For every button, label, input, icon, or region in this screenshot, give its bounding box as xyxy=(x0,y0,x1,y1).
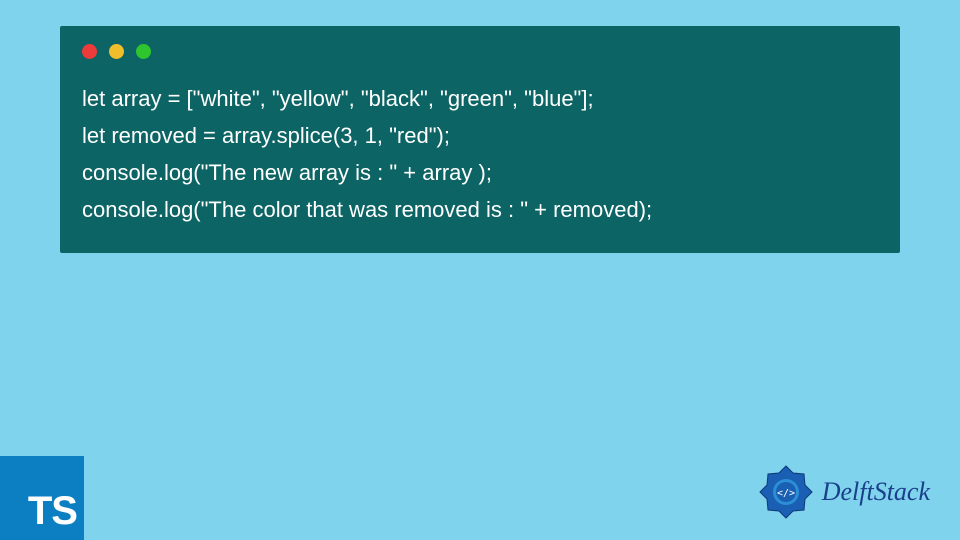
code-content: let array = ["white", "yellow", "black",… xyxy=(82,81,878,229)
typescript-badge: TS xyxy=(0,456,84,540)
ts-label: TS xyxy=(28,489,77,534)
delftstack-logo: </> DelftStack xyxy=(758,464,930,520)
code-line: let removed = array.splice(3, 1, "red"); xyxy=(82,118,878,155)
brand-name: DelftStack xyxy=(822,477,930,507)
code-line: let array = ["white", "yellow", "black",… xyxy=(82,81,878,118)
code-line: console.log("The color that was removed … xyxy=(82,192,878,229)
window-dots xyxy=(82,44,878,59)
delftstack-icon: </> xyxy=(758,464,814,520)
code-block-container: let array = ["white", "yellow", "black",… xyxy=(60,26,900,253)
maximize-icon xyxy=(136,44,151,59)
code-line: console.log("The new array is : " + arra… xyxy=(82,155,878,192)
close-icon xyxy=(82,44,97,59)
svg-text:</>: </> xyxy=(777,488,795,499)
minimize-icon xyxy=(109,44,124,59)
